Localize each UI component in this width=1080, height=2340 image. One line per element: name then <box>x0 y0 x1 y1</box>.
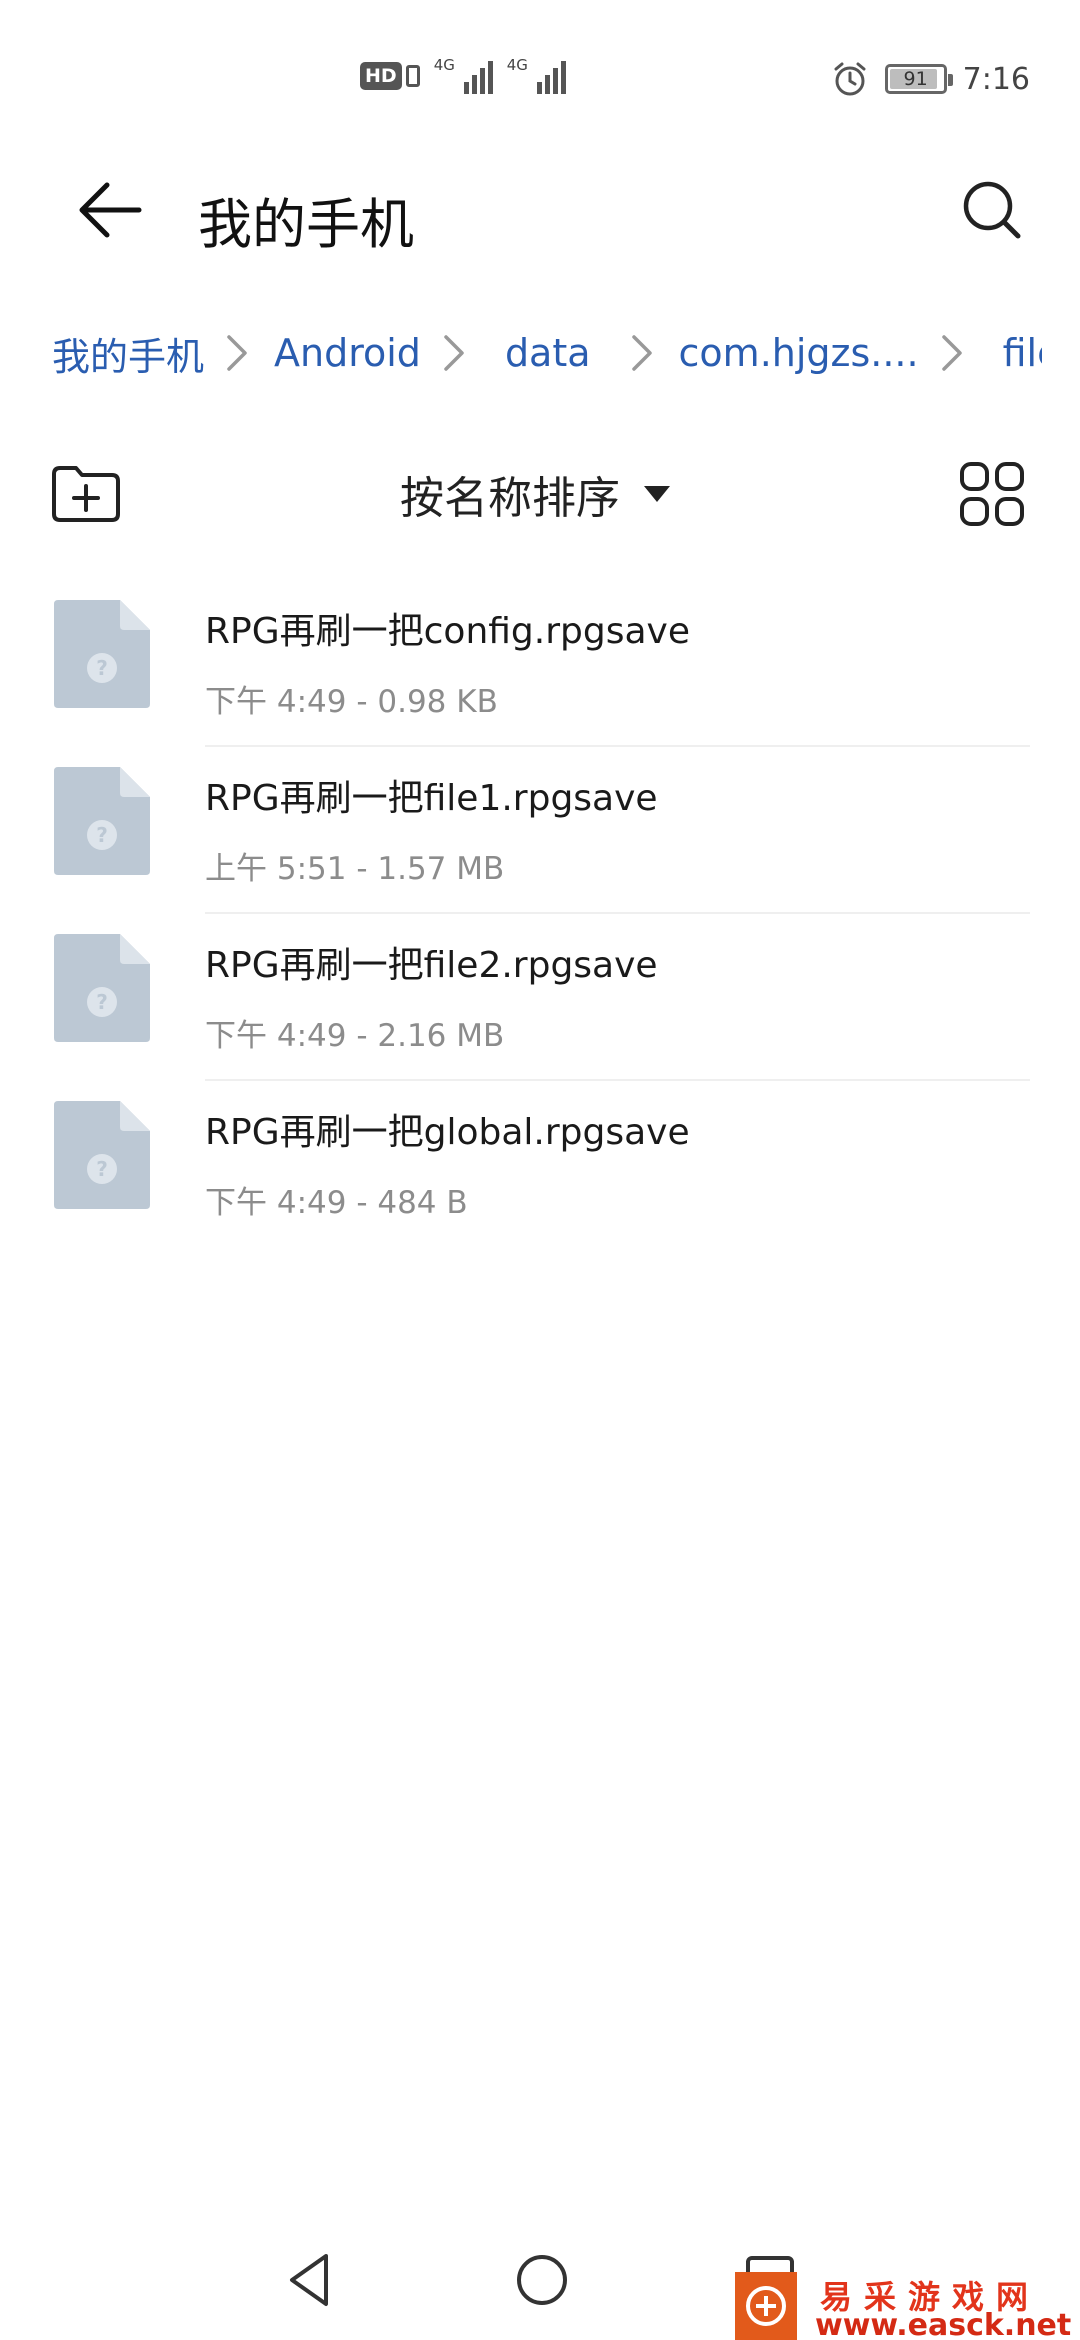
new-folder-button[interactable] <box>50 458 122 530</box>
nav-home-icon[interactable] <box>512 2250 572 2310</box>
unknown-file-icon: ? <box>54 767 150 875</box>
file-row[interactable]: ? RPG再刷一把file1.rpgsave 上午 5:51 - 1.57 MB <box>0 747 1080 914</box>
caret-down-icon <box>644 486 670 502</box>
screen: HD 4G 4G 91 7:16 我的手机 我的手机 Android data … <box>0 0 1080 2340</box>
unknown-file-icon: ? <box>54 934 150 1042</box>
file-meta: 下午 4:49 - 0.98 KB <box>205 684 498 720</box>
site-watermark: 易采游戏网 www.easck.net <box>735 2272 1080 2340</box>
alarm-icon <box>834 62 866 96</box>
svg-text:?: ? <box>96 1157 108 1181</box>
status-left: HD 4G 4G <box>360 56 566 94</box>
signal-icon: 4G <box>433 56 493 94</box>
chevron-right-icon <box>443 333 465 373</box>
arrow-left-icon <box>79 182 142 238</box>
file-name: RPG再刷一把global.rpgsave <box>205 1112 690 1153</box>
hd-label: HD <box>360 62 402 90</box>
breadcrumb-item-data[interactable]: data <box>505 331 591 375</box>
hd-lock-icon <box>405 65 420 87</box>
clock: 7:16 <box>962 61 1030 97</box>
grid-view-button[interactable] <box>956 458 1028 530</box>
svg-text:?: ? <box>96 990 108 1014</box>
page-title: 我的手机 <box>198 193 414 256</box>
battery-icon: 91 <box>884 64 953 94</box>
svg-text:?: ? <box>96 823 108 847</box>
file-row[interactable]: ? RPG再刷一把file2.rpgsave 下午 4:49 - 2.16 MB <box>0 914 1080 1081</box>
file-list: ? RPG再刷一把config.rpgsave 下午 4:49 - 0.98 K… <box>0 580 1080 1248</box>
app-bar: 我的手机 <box>0 150 1080 280</box>
file-name: RPG再刷一把file1.rpgsave <box>205 778 658 819</box>
search-button[interactable] <box>952 170 1032 250</box>
file-info: RPG再刷一把file2.rpgsave 下午 4:49 - 2.16 MB <box>205 936 658 1055</box>
breadcrumb: 我的手机 Android data com.hjgzs.... files <box>52 318 1042 388</box>
file-info: RPG再刷一把config.rpgsave 下午 4:49 - 0.98 KB <box>205 602 690 721</box>
folder-add-icon <box>52 466 120 522</box>
file-name: RPG再刷一把config.rpgsave <box>205 611 690 652</box>
watermark-url: www.easck.net <box>815 2308 1072 2340</box>
file-info: RPG再刷一把global.rpgsave 下午 4:49 - 484 B <box>205 1103 690 1222</box>
network-label-2: 4G <box>506 56 528 74</box>
chevron-right-icon <box>941 333 963 373</box>
signal-icon-2: 4G <box>506 56 566 94</box>
chevron-right-icon <box>631 333 653 373</box>
nav-back-icon[interactable] <box>280 2250 340 2310</box>
unknown-file-icon: ? <box>54 600 150 708</box>
breadcrumb-item-android[interactable]: Android <box>274 331 421 375</box>
file-row[interactable]: ? RPG再刷一把config.rpgsave 下午 4:49 - 0.98 K… <box>0 580 1080 747</box>
file-row[interactable]: ? RPG再刷一把global.rpgsave 下午 4:49 - 484 B <box>0 1081 1080 1248</box>
file-meta: 下午 4:49 - 484 B <box>205 1185 468 1221</box>
back-button[interactable] <box>70 170 150 250</box>
svg-text:?: ? <box>96 656 108 680</box>
search-icon <box>963 181 1021 239</box>
chevron-right-icon <box>226 333 248 373</box>
file-name: RPG再刷一把file2.rpgsave <box>205 945 658 986</box>
sort-label: 按名称排序 <box>400 473 620 524</box>
unknown-file-icon: ? <box>54 1101 150 1209</box>
file-info: RPG再刷一把file1.rpgsave 上午 5:51 - 1.57 MB <box>205 769 658 888</box>
battery-level: 91 <box>903 68 928 90</box>
breadcrumb-item-files[interactable]: files <box>1003 331 1042 375</box>
sort-button[interactable]: 按名称排序 <box>400 462 672 526</box>
network-label: 4G <box>433 56 455 74</box>
toolbar: 按名称排序 <box>0 450 1080 540</box>
watermark-logo-icon <box>735 2272 797 2340</box>
file-meta: 下午 4:49 - 2.16 MB <box>205 1018 505 1054</box>
status-bar: HD 4G 4G 91 7:16 <box>0 0 1080 150</box>
file-meta: 上午 5:51 - 1.57 MB <box>205 851 505 887</box>
status-right: 91 7:16 <box>831 60 1030 98</box>
breadcrumb-item-my-phone[interactable]: 我的手机 <box>52 326 204 381</box>
grid-view-icon <box>960 462 1024 526</box>
breadcrumb-item-package[interactable]: com.hjgzs.... <box>679 331 919 375</box>
hd-icon: HD <box>360 62 420 90</box>
